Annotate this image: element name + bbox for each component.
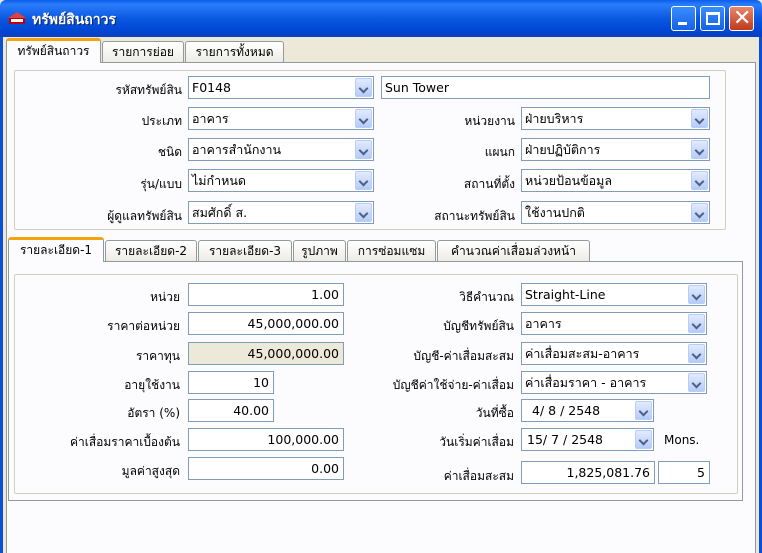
purchase-date-picker[interactable]: 4/ 8 / 2548 xyxy=(521,399,654,422)
asset-name-field[interactable]: Sun Tower xyxy=(381,76,710,99)
status-value: ใช้งานปกติ xyxy=(525,205,585,220)
window-title: ทรัพย์สินถาวร xyxy=(32,12,117,28)
asset-code-value: F0148 xyxy=(192,80,232,95)
dep-start-picker[interactable]: 15/ 7 / 2548 xyxy=(521,428,654,451)
type-value: อาคาร xyxy=(192,111,229,126)
chevron-down-icon[interactable] xyxy=(691,203,708,222)
chevron-down-icon[interactable] xyxy=(355,78,372,97)
method-label: วิธีคำนวณ xyxy=(459,290,514,304)
maximize-icon xyxy=(706,12,720,25)
months-field[interactable]: 5 xyxy=(658,461,710,484)
unit-combo[interactable]: ฝ่ายบริหาร xyxy=(521,107,710,130)
tab-detail-2[interactable]: รายละเอียด-2 xyxy=(105,240,197,262)
accum-dep-account-label: บัญชี-ค่าเสื่อมสะสม xyxy=(413,349,514,363)
unit-price-field[interactable]: 45,000,000.00 xyxy=(188,312,344,335)
unit-value: ฝ่ายบริหาร xyxy=(525,111,584,126)
type-label: ประเภท xyxy=(141,114,182,128)
chevron-down-icon[interactable] xyxy=(688,373,705,392)
rate-label: อัตรา (%) xyxy=(127,406,180,420)
title-bar[interactable]: ทรัพย์สินถาวร ✕ xyxy=(0,0,762,37)
unit-label: หน่วยงาน xyxy=(464,114,515,128)
purchase-date-value: 4/ 8 / 2548 xyxy=(532,403,601,418)
status-label: สถานะทรัพย์สิน xyxy=(434,209,515,223)
initial-depreciation-field[interactable]: 100,000.00 xyxy=(188,428,344,451)
quantity-field[interactable]: 1.00 xyxy=(188,283,344,306)
chevron-down-icon[interactable] xyxy=(691,140,708,159)
tab-depreciation-forecast[interactable]: คำนวณค่าเสื่อมล่วงหน้า xyxy=(437,240,590,262)
model-label: รุ่น/แบบ xyxy=(140,177,182,191)
tab-repairs[interactable]: การซ่อมแซม xyxy=(347,240,436,262)
max-value-field[interactable]: 0.00 xyxy=(188,457,344,480)
location-label: สถานที่ตั้ง xyxy=(463,177,515,191)
kind-combo[interactable]: อาคารสำนักงาน xyxy=(188,138,374,161)
chevron-down-icon[interactable] xyxy=(691,109,708,128)
tab-detail-3[interactable]: รายละเอียด-3 xyxy=(198,240,292,262)
asset-account-label: บัญชีทรัพย์สิน xyxy=(443,319,514,333)
dep-expense-account-label: บัญชีค่าใช้จ่าย-ค่าเสื่อม xyxy=(392,378,514,392)
accum-dep-field[interactable]: 1,825,081.76 xyxy=(521,461,655,484)
months-label: Mons. xyxy=(664,433,700,447)
tab-sub-items[interactable]: รายการย่อย xyxy=(102,41,184,63)
unit-price-label: ราคาต่อหน่วย xyxy=(107,319,180,333)
accum-dep-account-value: ค่าเสื่อมสะสม-อาคาร xyxy=(525,346,640,361)
accum-dep-account-combo[interactable]: ค่าเสื่อมสะสม-อาคาร xyxy=(521,342,707,365)
method-combo[interactable]: Straight-Line xyxy=(521,283,707,306)
model-combo[interactable]: ไม่กำหนด xyxy=(188,169,374,192)
cost-field: 45,000,000.00 xyxy=(188,342,344,365)
max-value-label: มูลค่าสูงสุด xyxy=(121,464,180,478)
department-label: แผนก xyxy=(484,145,515,159)
dep-start-label: วันเริ่มค่าเสื่อม xyxy=(439,435,514,449)
tab-images[interactable]: รูปภาพ xyxy=(293,240,346,262)
dep-expense-account-value: ค่าเสื่อมราคา - อาคาร xyxy=(525,375,647,390)
custodian-combo[interactable]: สมศักดิ์ ส. xyxy=(188,201,374,224)
useful-life-field[interactable]: 10 xyxy=(188,371,274,394)
status-combo[interactable]: ใช้งานปกติ xyxy=(521,201,710,224)
asset-account-combo[interactable]: อาคาร xyxy=(521,312,707,335)
app-icon xyxy=(8,12,26,24)
tab-detail-1[interactable]: รายละเอียด-1 xyxy=(8,237,104,262)
type-combo[interactable]: อาคาร xyxy=(188,107,374,130)
model-value: ไม่กำหนด xyxy=(192,173,247,188)
minimize-button[interactable] xyxy=(671,6,696,31)
location-value: หน่วยป้อนข้อมูล xyxy=(525,173,613,188)
tab-all-items[interactable]: รายการทั้งหมด xyxy=(185,41,284,63)
dep-start-value: 15/ 7 / 2548 xyxy=(527,432,604,447)
close-button[interactable]: ✕ xyxy=(729,6,754,31)
bottom-strip xyxy=(6,537,756,553)
maximize-button[interactable] xyxy=(700,6,725,31)
minimize-icon xyxy=(678,22,687,25)
asset-code-combo[interactable]: F0148 xyxy=(188,76,374,99)
chevron-down-icon[interactable] xyxy=(355,203,372,222)
asset-code-label: รหัสทรัพย์สิน xyxy=(115,83,182,97)
useful-life-label: อายุใช้งาน xyxy=(124,378,180,392)
location-combo[interactable]: หน่วยป้อนข้อมูล xyxy=(521,169,710,192)
custodian-value: สมศักดิ์ ส. xyxy=(192,205,248,220)
method-value: Straight-Line xyxy=(525,287,606,302)
tab-fixed-asset[interactable]: ทรัพย์สินถาวร xyxy=(6,38,101,63)
department-value: ฝ่ายปฏิบัติการ xyxy=(525,142,601,157)
custodian-label: ผู้ดูแลทรัพย์สิน xyxy=(107,209,182,223)
chevron-down-icon[interactable] xyxy=(355,109,372,128)
chevron-down-icon[interactable] xyxy=(691,171,708,190)
rate-field[interactable]: 40.00 xyxy=(188,399,274,422)
initial-depreciation-label: ค่าเสื่อมราคาเบื้องต้น xyxy=(69,435,180,449)
purchase-date-label: วันที่ซื้อ xyxy=(475,406,514,420)
department-combo[interactable]: ฝ่ายปฏิบัติการ xyxy=(521,138,710,161)
kind-value: อาคารสำนักงาน xyxy=(192,142,282,157)
asset-account-value: อาคาร xyxy=(525,316,562,331)
chevron-down-icon[interactable] xyxy=(688,314,705,333)
dep-expense-account-combo[interactable]: ค่าเสื่อมราคา - อาคาร xyxy=(521,371,707,394)
kind-label: ชนิด xyxy=(157,145,182,159)
chevron-down-icon[interactable] xyxy=(688,285,705,304)
chevron-down-icon[interactable] xyxy=(635,430,652,449)
chevron-down-icon[interactable] xyxy=(355,140,372,159)
close-icon: ✕ xyxy=(733,6,752,31)
cost-label: ราคาทุน xyxy=(135,349,180,363)
chevron-down-icon[interactable] xyxy=(688,344,705,363)
accum-dep-label: ค่าเสื่อมสะสม xyxy=(443,469,514,483)
chevron-down-icon[interactable] xyxy=(635,401,652,420)
quantity-label: หน่วย xyxy=(150,290,180,304)
chevron-down-icon[interactable] xyxy=(355,171,372,190)
